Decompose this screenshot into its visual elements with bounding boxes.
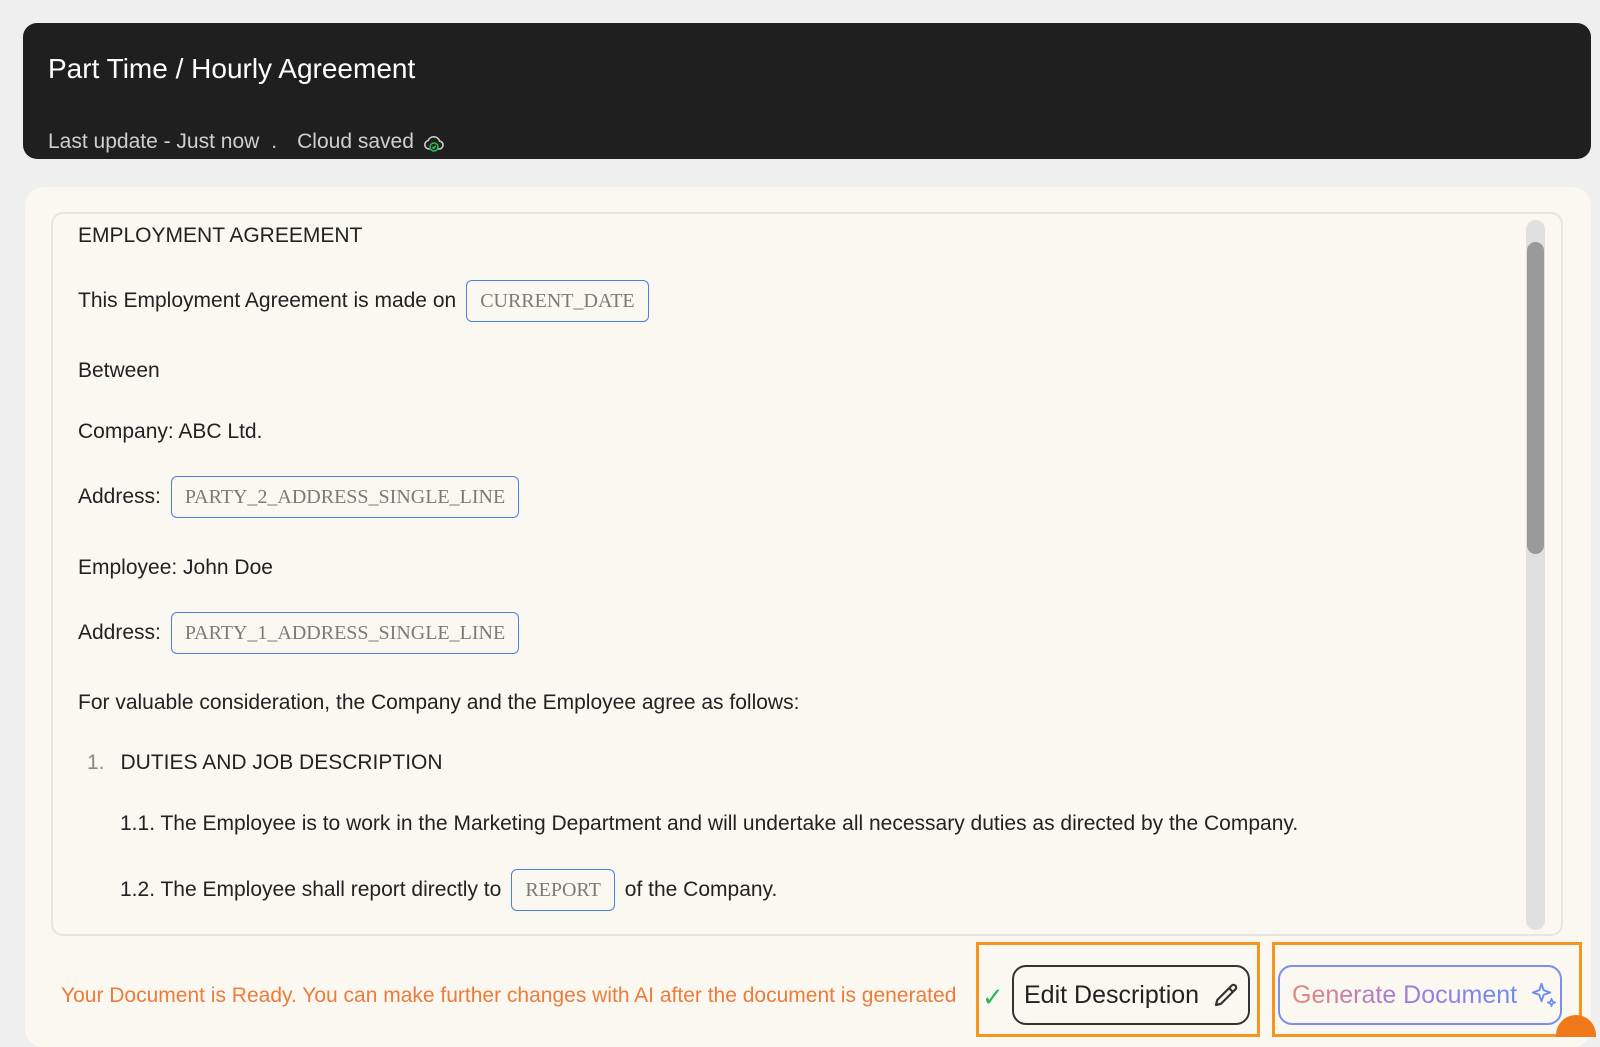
employee-text: Employee: John Doe	[78, 556, 273, 579]
scrollbar-thumb[interactable]	[1527, 242, 1544, 554]
last-update-text: Last update - Just now	[48, 130, 260, 153]
document-header: Part Time / Hourly Agreement Last update…	[23, 23, 1591, 159]
section-title: DUTIES AND JOB DESCRIPTION	[120, 751, 443, 774]
consideration-text: For valuable consideration, the Company …	[78, 691, 800, 714]
clause-1-2: 1.2. The Employee shall report directly …	[120, 869, 777, 911]
generate-document-label: Generate Document	[1292, 980, 1518, 1009]
clause-1-2-suffix: of the Company.	[624, 878, 778, 901]
made-on-line: This Employment Agreement is made on CUR…	[78, 280, 649, 322]
page-title: Part Time / Hourly Agreement	[48, 53, 416, 84]
company-text: Company: ABC Ltd.	[78, 420, 263, 443]
cloud-check-icon	[423, 135, 444, 152]
party-1-address-field[interactable]: PARTY_1_ADDRESS_SINGLE_LINE	[170, 612, 520, 654]
made-on-label: This Employment Agreement is made on	[78, 289, 457, 312]
address-label: Address:	[78, 485, 161, 508]
document-preview[interactable]: EMPLOYMENT AGREEMENT This Employment Agr…	[51, 212, 1563, 936]
save-status: Last update - Just now . Cloud saved	[48, 129, 446, 155]
section-1-heading: 1. DUTIES AND JOB DESCRIPTION	[87, 751, 443, 775]
party-2-address-field[interactable]: PARTY_2_ADDRESS_SINGLE_LINE	[170, 476, 520, 518]
ready-message: Your Document is Ready. You can make fur…	[61, 984, 957, 1007]
clause-1-2-prefix: 1.2. The Employee shall report directly …	[120, 878, 502, 901]
cloud-status-text: Cloud saved	[297, 130, 414, 153]
section-number: 1.	[87, 751, 105, 774]
company-address-line: Address: PARTY_2_ADDRESS_SINGLE_LINE	[78, 476, 520, 518]
address-label: Address:	[78, 621, 161, 644]
document-heading: EMPLOYMENT AGREEMENT	[78, 224, 363, 247]
pencil-icon	[1214, 983, 1238, 1007]
report-field[interactable]: REPORT	[511, 869, 615, 911]
edit-description-button[interactable]: Edit Description	[1012, 965, 1250, 1025]
current-date-field[interactable]: CURRENT_DATE	[466, 280, 649, 322]
separator-dot: .	[271, 130, 278, 153]
generate-document-button[interactable]: Generate Document	[1278, 965, 1562, 1025]
between-text: Between	[78, 359, 160, 382]
scrollbar-track[interactable]	[1526, 220, 1545, 930]
edit-description-label: Edit Description	[1024, 980, 1200, 1009]
employee-address-line: Address: PARTY_1_ADDRESS_SINGLE_LINE	[78, 612, 520, 654]
clause-1-1: 1.1. The Employee is to work in the Mark…	[120, 812, 1299, 835]
sparkle-icon	[1531, 982, 1557, 1008]
